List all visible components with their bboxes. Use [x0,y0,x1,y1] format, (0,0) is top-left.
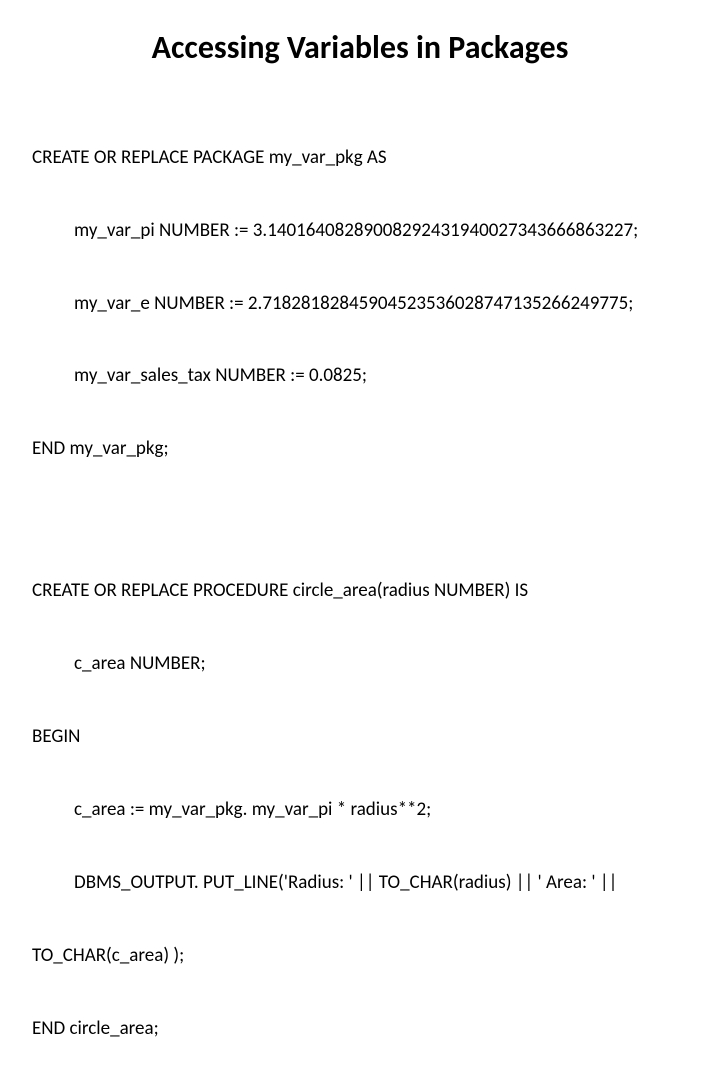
code-line: my_var_e NUMBER := 2.7182818284590452353… [32,292,688,316]
code-line: END circle_area; [32,1017,688,1041]
spacer [32,510,688,530]
slide-title: Accessing Variables in Packages [32,28,688,67]
code-line: CREATE OR REPLACE PACKAGE my_var_pkg AS [32,146,688,170]
code-block-package: CREATE OR REPLACE PACKAGE my_var_pkg AS … [32,97,688,510]
code-block-procedure: CREATE OR REPLACE PROCEDURE circle_area(… [32,530,688,1080]
code-line: my_var_sales_tax NUMBER := 0.0825; [32,364,688,388]
code-line: END my_var_pkg; [32,437,688,461]
code-line: DBMS_OUTPUT. PUT_LINE('Radius: ' || TO_C… [32,871,688,895]
code-line: my_var_pi NUMBER := 3.140164082890082924… [32,219,688,243]
code-line: BEGIN [32,725,688,749]
code-line: c_area NUMBER; [32,652,688,676]
code-line: CREATE OR REPLACE PROCEDURE circle_area(… [32,579,688,603]
code-line: TO_CHAR(c_area) ); [32,944,688,968]
code-line: c_area := my_var_pkg. my_var_pi * radius… [32,798,688,822]
slide: Accessing Variables in Packages CREATE O… [0,0,720,540]
